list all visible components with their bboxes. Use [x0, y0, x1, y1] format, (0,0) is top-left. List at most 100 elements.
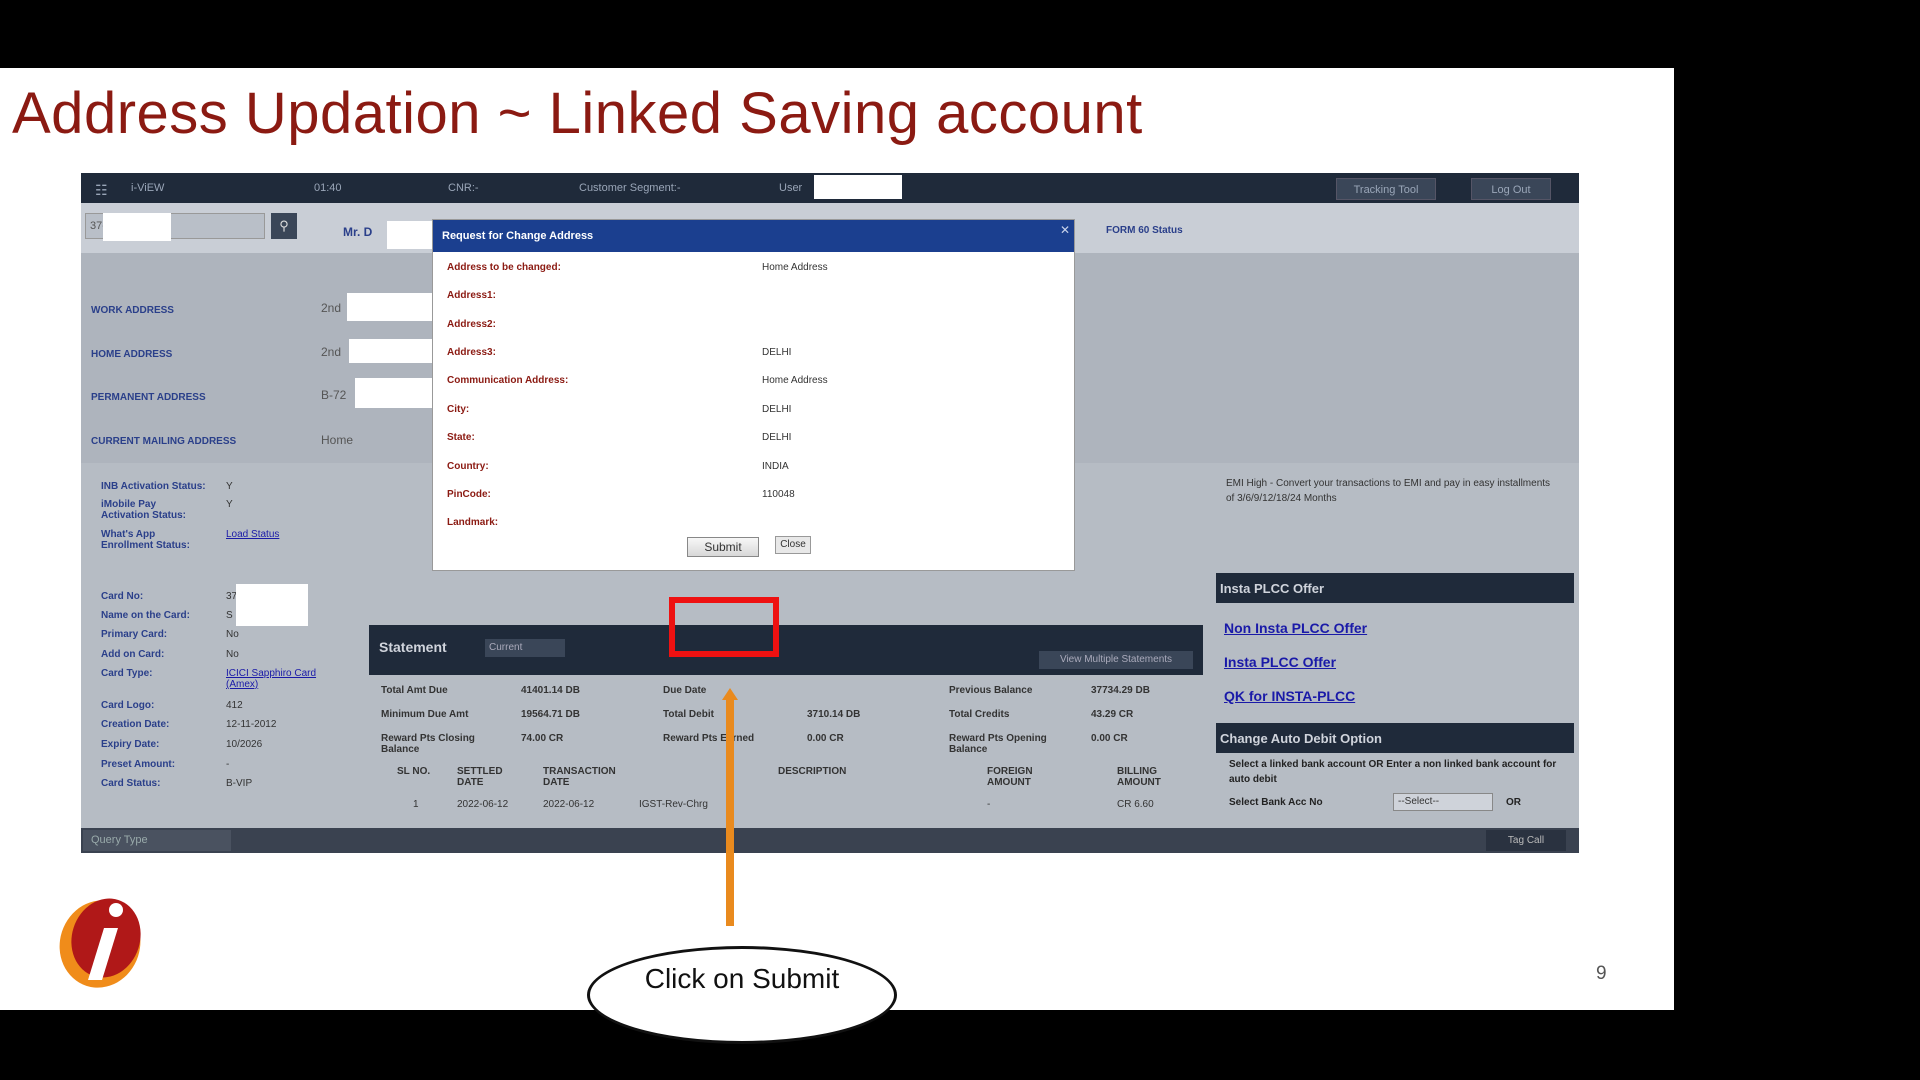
insta-plcc-link[interactable]: Insta PLCC Offer — [1224, 654, 1336, 670]
emi-text: EMI High - Convert your transactions to … — [1226, 478, 1551, 504]
address-label[interactable]: PERMANENT ADDRESS — [91, 392, 206, 403]
slide-title: Address Updation ~ Linked Saving account — [12, 81, 1143, 146]
card-value: Y — [226, 499, 233, 510]
clock-time: 01:40 — [314, 182, 342, 194]
table-header: DESCRIPTION — [778, 766, 847, 777]
modal-label: Address2: — [447, 319, 496, 330]
qk-insta-plcc-link[interactable]: QK for INSTA-PLCC — [1224, 688, 1355, 704]
customer-name: Mr. D — [343, 225, 373, 239]
bottom-bar: Query Type Tag Call — [81, 828, 1579, 853]
bank-acc-select[interactable]: --Select-- — [1393, 793, 1493, 811]
modal-value: INDIA — [762, 461, 789, 472]
redacted-box — [103, 213, 171, 241]
statement-label: Total Credits — [949, 709, 1010, 720]
redacted-box — [387, 221, 433, 249]
slide: Address Updation ~ Linked Saving account… — [0, 68, 1674, 1044]
address-label[interactable]: HOME ADDRESS — [91, 349, 172, 360]
statement-label: Total Debit — [663, 709, 714, 720]
address-value: 2nd — [321, 301, 342, 315]
card-label: Creation Date: — [101, 719, 170, 730]
user-label: User — [779, 182, 803, 194]
statement-label: Reward Pts Closing Balance — [381, 733, 475, 755]
modal-label: Address3: — [447, 347, 496, 358]
statement-label: Previous Balance — [949, 685, 1033, 696]
table-cell: 2022-06-12 — [457, 799, 509, 810]
table-header: SL NO. — [397, 766, 431, 777]
statement-label: Due Date — [663, 685, 707, 696]
callout-arrow — [726, 696, 734, 926]
table-header: TRANSACTION DATE — [543, 766, 616, 788]
card-label: Primary Card: — [101, 629, 168, 640]
modal-label: State: — [447, 432, 475, 443]
statement-value: 3710.14 DB — [807, 709, 861, 720]
modal-value: 110048 — [762, 489, 795, 500]
tag-call-button[interactable]: Tag Call — [1486, 830, 1566, 851]
address-value: 2nd — [321, 345, 342, 359]
card-value: 12-11-2012 — [226, 719, 277, 730]
tracking-tool-button[interactable]: Tracking Tool — [1336, 178, 1436, 200]
modal-value: Home Address — [762, 262, 828, 273]
bank-acc-label: Select Bank Acc No — [1229, 797, 1323, 808]
grid-icon[interactable]: ☷ — [95, 182, 108, 199]
segment-label: Customer Segment:- — [579, 182, 681, 194]
card-label: Add on Card: — [101, 649, 165, 660]
card-label: Preset Amount: — [101, 759, 176, 770]
modal-label: City: — [447, 404, 470, 415]
card-label: Card Type: — [101, 668, 153, 679]
submit-highlight-box — [669, 597, 779, 657]
search-icon[interactable]: ⚲ — [271, 213, 297, 239]
statement-label: Reward Pts Opening Balance — [949, 733, 1047, 755]
user-redacted — [814, 175, 902, 199]
card-value: S — [226, 610, 233, 621]
card-label: Name on the Card: — [101, 610, 190, 621]
modal-label: Landmark: — [447, 517, 499, 528]
card-label: Card Status: — [101, 778, 161, 789]
table-cell: CR 6.60 — [1117, 799, 1154, 810]
statement-header: Statement Current View Multiple Statemen… — [369, 625, 1203, 675]
page-number: 9 — [1596, 963, 1607, 984]
card-value: 412 — [226, 700, 243, 711]
logout-button[interactable]: Log Out — [1471, 178, 1551, 200]
statement-period-select[interactable]: Current — [485, 639, 565, 657]
address-label[interactable]: CURRENT MAILING ADDRESS — [91, 436, 236, 447]
statement-title: Statement — [379, 639, 447, 655]
auto-debit-header: Change Auto Debit Option — [1216, 723, 1574, 753]
card-value: No — [226, 629, 239, 640]
non-insta-plcc-link[interactable]: Non Insta PLCC Offer — [1224, 620, 1367, 636]
table-header: FOREIGN AMOUNT — [987, 766, 1033, 788]
card-label: What's App Enrollment Status: — [101, 529, 190, 551]
modal-label: Country: — [447, 461, 489, 472]
card-value: Y — [226, 481, 233, 492]
load-status-link[interactable]: Load Status — [226, 529, 279, 540]
card-label: Card No: — [101, 591, 144, 602]
card-value[interactable]: ICICI Sapphiro Card (Amex) — [226, 668, 336, 690]
redacted-box — [349, 339, 435, 363]
modal-value: DELHI — [762, 347, 792, 358]
statement-label: Minimum Due Amt — [381, 709, 469, 720]
table-cell: 1 — [413, 799, 419, 810]
modal-value: DELHI — [762, 432, 792, 443]
redacted-box — [347, 293, 435, 321]
submit-button[interactable]: Submit — [687, 537, 759, 557]
form60-status: FORM 60 Status — [1106, 225, 1183, 236]
statement-value: 37734.29 DB — [1091, 685, 1150, 696]
table-cell: 2022-06-12 — [543, 799, 595, 810]
callout-bubble: Click on Submit — [587, 946, 897, 1044]
close-button[interactable]: Close — [775, 536, 811, 554]
query-type-input[interactable]: Query Type — [83, 830, 231, 851]
address-label[interactable]: WORK ADDRESS — [91, 305, 174, 316]
app-screenshot: ☷ i-ViEW 01:40 CNR:- Customer Segment:- … — [81, 173, 1579, 853]
insta-plcc-header: Insta PLCC Offer — [1216, 573, 1574, 603]
view-multiple-statements-button[interactable]: View Multiple Statements — [1039, 651, 1193, 669]
modal-value: DELHI — [762, 404, 792, 415]
card-value: - — [226, 759, 230, 770]
statement-label: Reward Pts Earned — [663, 733, 755, 744]
card-label: INB Activation Status: — [101, 481, 206, 492]
table-header: BILLING AMOUNT — [1117, 766, 1161, 788]
statement-value: 0.00 CR — [1091, 733, 1128, 744]
close-icon[interactable]: ✕ — [1060, 223, 1070, 237]
modal-label: PinCode: — [447, 489, 491, 500]
redacted-box — [236, 584, 308, 626]
card-label: iMobile Pay Activation Status: — [101, 499, 187, 521]
card-value: 10/2026 — [226, 739, 263, 750]
